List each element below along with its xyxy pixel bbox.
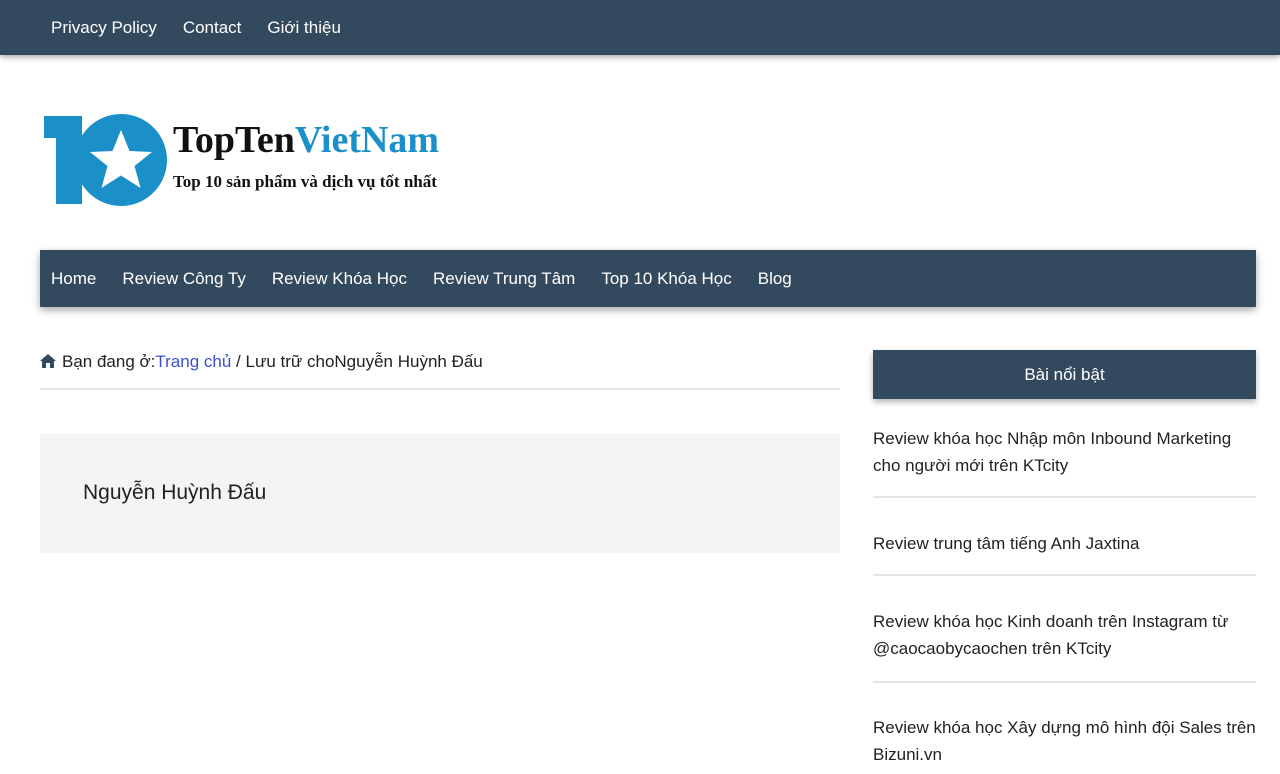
featured-post-link[interactable]: Review khóa học Nhập môn Inbound Marketi… xyxy=(873,425,1256,479)
top-nav-about[interactable]: Giới thiệu xyxy=(267,0,341,55)
top-nav-privacy-policy[interactable]: Privacy Policy xyxy=(51,0,157,55)
main-nav-review-company[interactable]: Review Công Ty xyxy=(122,269,245,289)
featured-post-item: Review khóa học Xây dựng mô hình đội Sal… xyxy=(873,714,1256,774)
logo-title-part1: TopTen xyxy=(173,119,295,161)
logo-tagline: Top 10 sản phẩm và dịch vụ tốt nhất xyxy=(173,172,437,191)
main-nav-home[interactable]: Home xyxy=(51,269,96,289)
main-nav-blog[interactable]: Blog xyxy=(758,269,792,289)
breadcrumb-home-link[interactable]: Trang chủ xyxy=(155,352,231,372)
logo-title-part2: VietNam xyxy=(294,119,440,161)
archive-title: Nguyễn Huỳnh Đấu xyxy=(83,481,267,504)
main-nav-review-center[interactable]: Review Trung Tâm xyxy=(433,269,575,289)
logo-title: TopTenVietNam xyxy=(173,116,439,164)
breadcrumb-prefix: Bạn đang ở: xyxy=(62,352,156,371)
main-nav-review-course[interactable]: Review Khóa Học xyxy=(272,269,407,289)
breadcrumb-separator: / xyxy=(231,352,246,371)
top-nav-contact[interactable]: Contact xyxy=(183,0,242,55)
featured-post-item: Review khóa học Kinh doanh trên Instagra… xyxy=(873,608,1256,683)
featured-post-link[interactable]: Review trung tâm tiếng Anh Jaxtina xyxy=(873,530,1256,557)
sidebar: Bài nổi bật Review khóa học Nhập môn Inb… xyxy=(873,350,1256,764)
logo-ten-star-icon xyxy=(44,114,167,206)
featured-post-link[interactable]: Review khóa học Xây dựng mô hình đội Sal… xyxy=(873,714,1256,768)
featured-post-link[interactable]: Review khóa học Kinh doanh trên Instagra… xyxy=(873,608,1256,662)
site-logo[interactable]: TopTenVietNam Top 10 sản phẩm và dịch vụ… xyxy=(42,112,472,208)
breadcrumb-current: Lưu trữ choNguyễn Huỳnh Đấu xyxy=(245,352,483,371)
archive-header: Nguyễn Huỳnh Đấu xyxy=(40,434,840,553)
main-nav: Home Review Công Ty Review Khóa Học Revi… xyxy=(40,250,1256,307)
featured-post-item: Review khóa học Nhập môn Inbound Marketi… xyxy=(873,425,1256,498)
main-nav-top10-courses[interactable]: Top 10 Khóa Học xyxy=(601,269,731,289)
top-nav: Privacy Policy Contact Giới thiệu xyxy=(0,0,1280,55)
home-icon xyxy=(40,354,56,368)
breadcrumb: Bạn đang ở: Trang chủ / Lưu trữ choNguyễn… xyxy=(40,352,840,390)
featured-post-item: Review trung tâm tiếng Anh Jaxtina xyxy=(873,530,1256,576)
featured-posts-title: Bài nổi bật xyxy=(873,350,1256,399)
